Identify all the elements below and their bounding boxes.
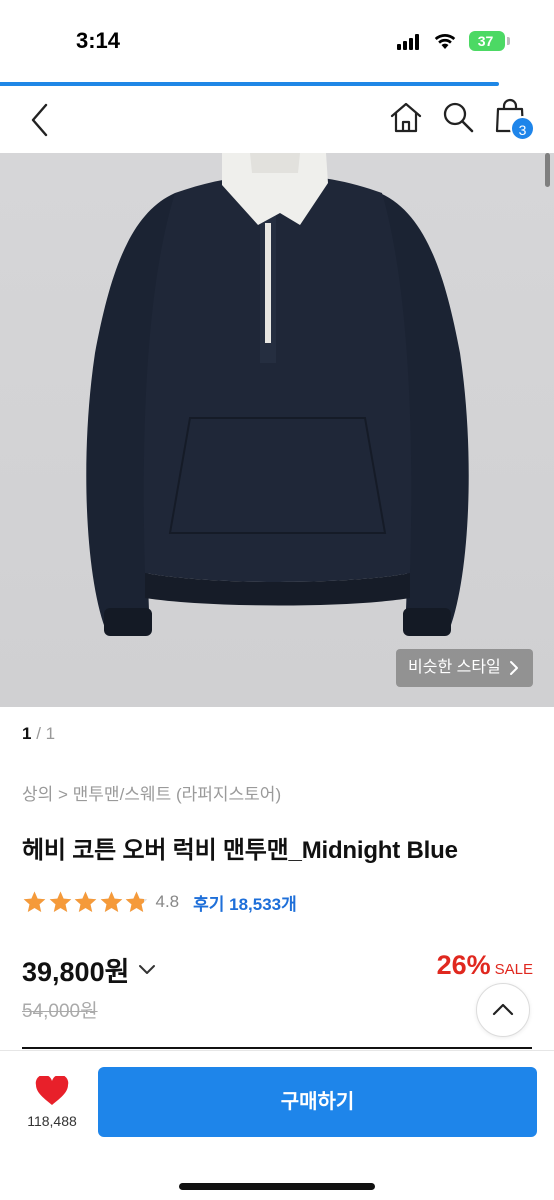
star-icon (100, 891, 122, 912)
star-rating (22, 890, 150, 915)
star-icon (23, 891, 46, 912)
price-row[interactable]: 39,800원 (22, 950, 157, 989)
product-image[interactable]: 비슷한 스타일 (0, 153, 554, 707)
sale-label: SALE (494, 961, 533, 978)
search-button[interactable] (440, 100, 476, 136)
star-icon (49, 891, 71, 912)
similar-style-label: 비슷한 스타일 (408, 659, 501, 676)
sale-price: 39,800원 (22, 957, 130, 987)
battery-cap (507, 37, 510, 45)
rating-row: 4.8 후기 18,533개 (22, 889, 297, 915)
wifi-icon (434, 33, 456, 49)
star-icon (125, 891, 148, 912)
product-title: 헤비 코튼 오버 럭비 맨투맨_Midnight Blue (22, 837, 458, 864)
buy-button[interactable]: 구매하기 (98, 1067, 537, 1137)
scroll-indicator[interactable] (545, 153, 550, 187)
status-bar: 3:14 37 (0, 0, 554, 80)
discount: 26% SALE (437, 950, 533, 981)
battery-icon: 37 (469, 31, 505, 51)
battery-level: 37 (477, 33, 494, 49)
chevron-down-icon (139, 964, 156, 974)
cart-button[interactable]: 3 (494, 98, 535, 142)
review-link[interactable]: 후기 18,533개 (193, 890, 297, 915)
cart-count-badge: 3 (510, 116, 535, 141)
breadcrumb[interactable]: 상의 > 맨투맨/스웨트 (라퍼지스토어) (22, 780, 281, 805)
rating-value: 4.8 (155, 892, 180, 911)
chevron-right-icon (509, 649, 519, 700)
page-load-progress (0, 82, 554, 86)
home-indicator (179, 1183, 375, 1190)
chevron-left-icon (31, 103, 48, 137)
nav-bar: 3 (0, 88, 554, 152)
chevron-up-icon (492, 1003, 514, 1016)
like-button[interactable]: 118,488 (24, 1073, 80, 1143)
back-button[interactable] (24, 100, 56, 140)
search-icon (443, 102, 474, 133)
home-icon (390, 102, 422, 133)
original-price: 54,000원 (22, 1001, 98, 1022)
heart-icon (35, 1076, 69, 1105)
pager-total: 1 (45, 724, 56, 743)
image-pager: 1 / 1 (22, 724, 55, 744)
like-count: 118,488 (27, 1113, 77, 1129)
page-load-progress-fill (0, 82, 499, 86)
status-time: 3:14 (76, 28, 121, 53)
bottom-action-bar: 118,488 구매하기 (0, 1050, 554, 1200)
star-icon (74, 891, 97, 912)
pager-separator: / (31, 724, 46, 743)
cellular-signal-icon (397, 34, 423, 50)
discount-rate: 26% (436, 950, 491, 980)
product-photo (0, 153, 554, 707)
similar-style-button[interactable]: 비슷한 스타일 (396, 649, 533, 687)
section-divider (22, 1047, 532, 1049)
home-button[interactable] (388, 100, 424, 136)
scroll-top-button[interactable] (476, 983, 530, 1037)
